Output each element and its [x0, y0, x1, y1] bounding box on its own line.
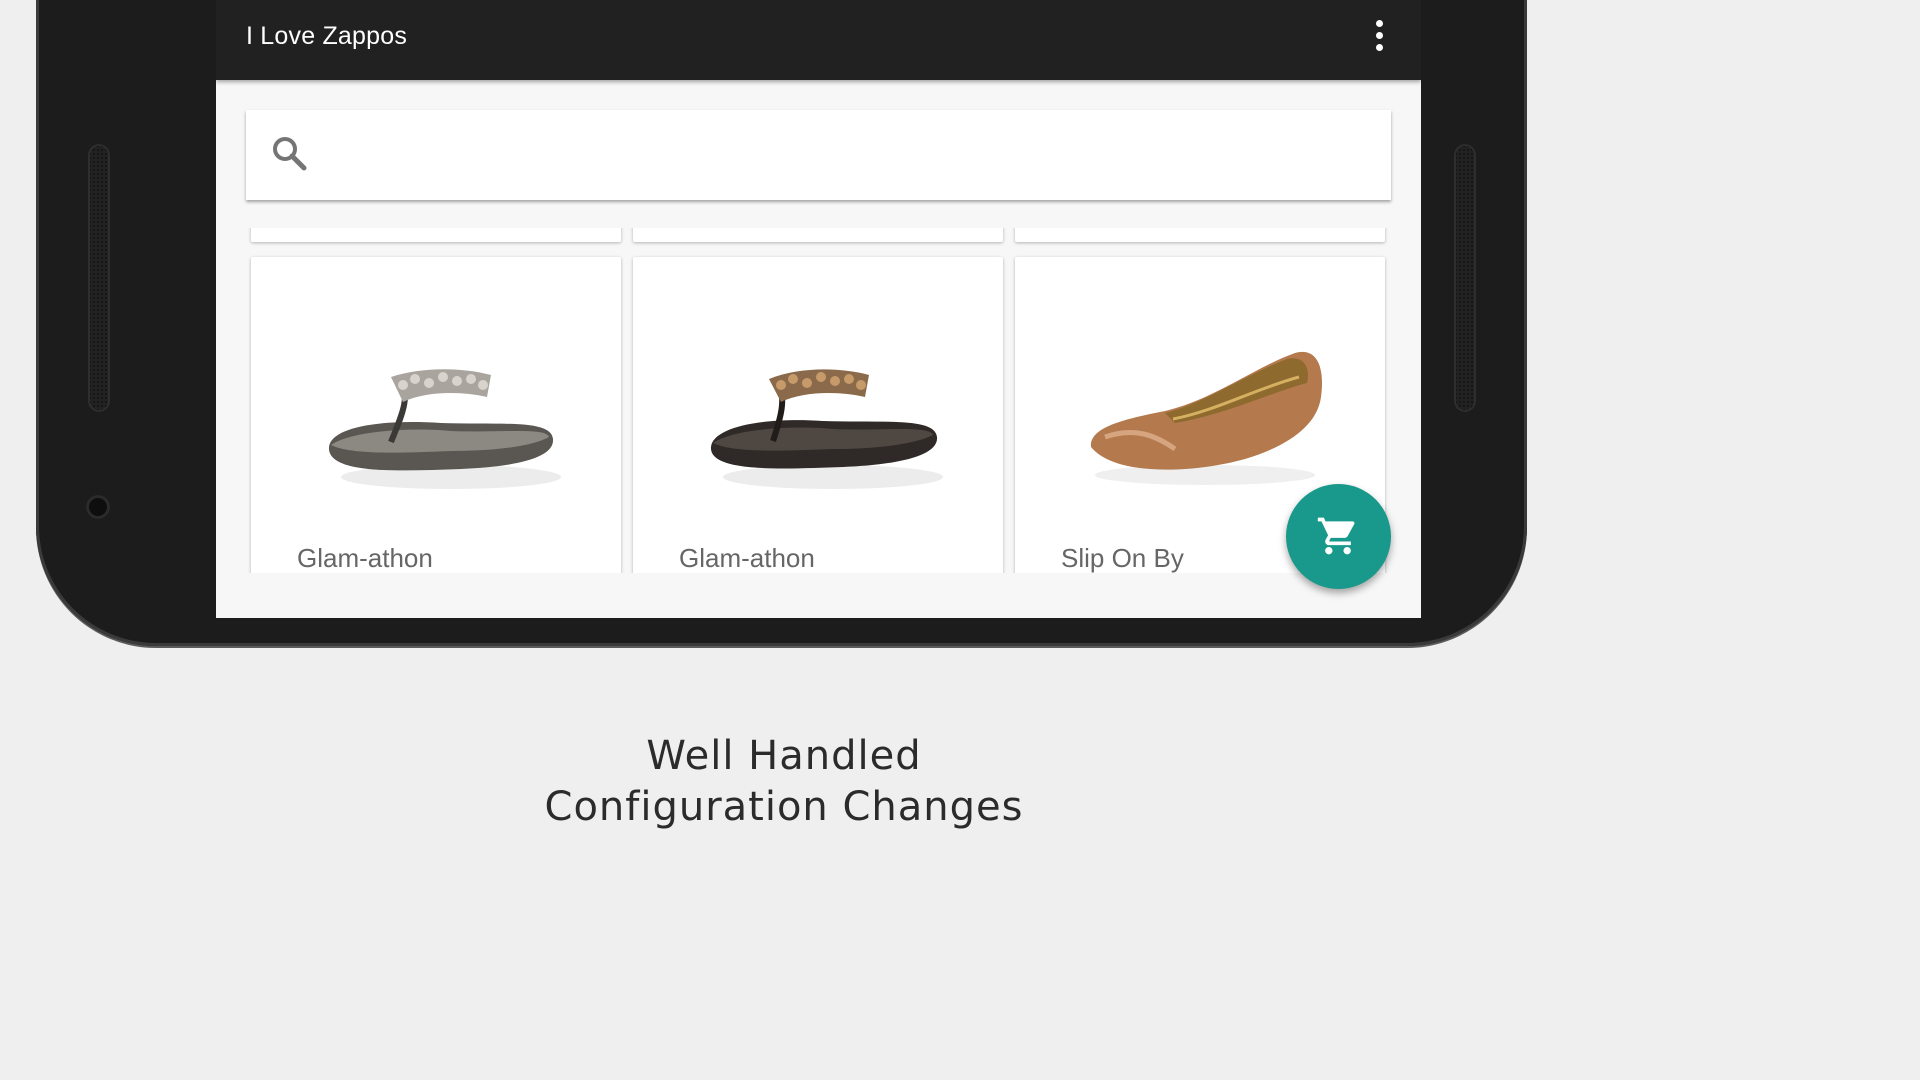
search-bar	[246, 110, 1391, 200]
bronze-flip-flop-image	[710, 369, 943, 489]
product-grid: Glam-athon Glam-athon Slip On By	[246, 228, 1391, 573]
phone-speaker-left	[88, 144, 110, 412]
product-card[interactable]: Glam-athon	[633, 257, 1003, 573]
caption-line-1: Well Handled	[646, 733, 922, 779]
product-name: Slip On By	[1061, 543, 1184, 573]
app-bar: I Love Zappos	[216, 0, 1421, 80]
app-screen: I Love Zappos Glam-athon Glam-athon Slip…	[216, 0, 1421, 618]
product-card-partial[interactable]	[633, 228, 1003, 242]
product-card-partial[interactable]	[251, 228, 621, 242]
product-card[interactable]: Glam-athon	[251, 257, 621, 573]
shopping-cart-icon	[1317, 517, 1355, 555]
app-title: I Love Zappos	[246, 22, 408, 50]
phone-frame: I Love Zappos Glam-athon Glam-athon Slip…	[36, 0, 1527, 646]
product-name: Glam-athon	[297, 543, 433, 573]
overflow-menu-icon[interactable]	[1361, 18, 1397, 54]
phone-speaker-right	[1454, 144, 1476, 412]
caption-line-2: Configuration Changes	[544, 784, 1024, 830]
phone-camera	[86, 495, 110, 519]
search-icon	[273, 137, 307, 171]
silver-flip-flop-image	[328, 369, 561, 489]
product-name: Glam-athon	[679, 543, 815, 573]
cart-fab-button[interactable]	[1286, 484, 1391, 589]
product-card-partial[interactable]	[1015, 228, 1385, 242]
search-input[interactable]	[336, 130, 1370, 182]
